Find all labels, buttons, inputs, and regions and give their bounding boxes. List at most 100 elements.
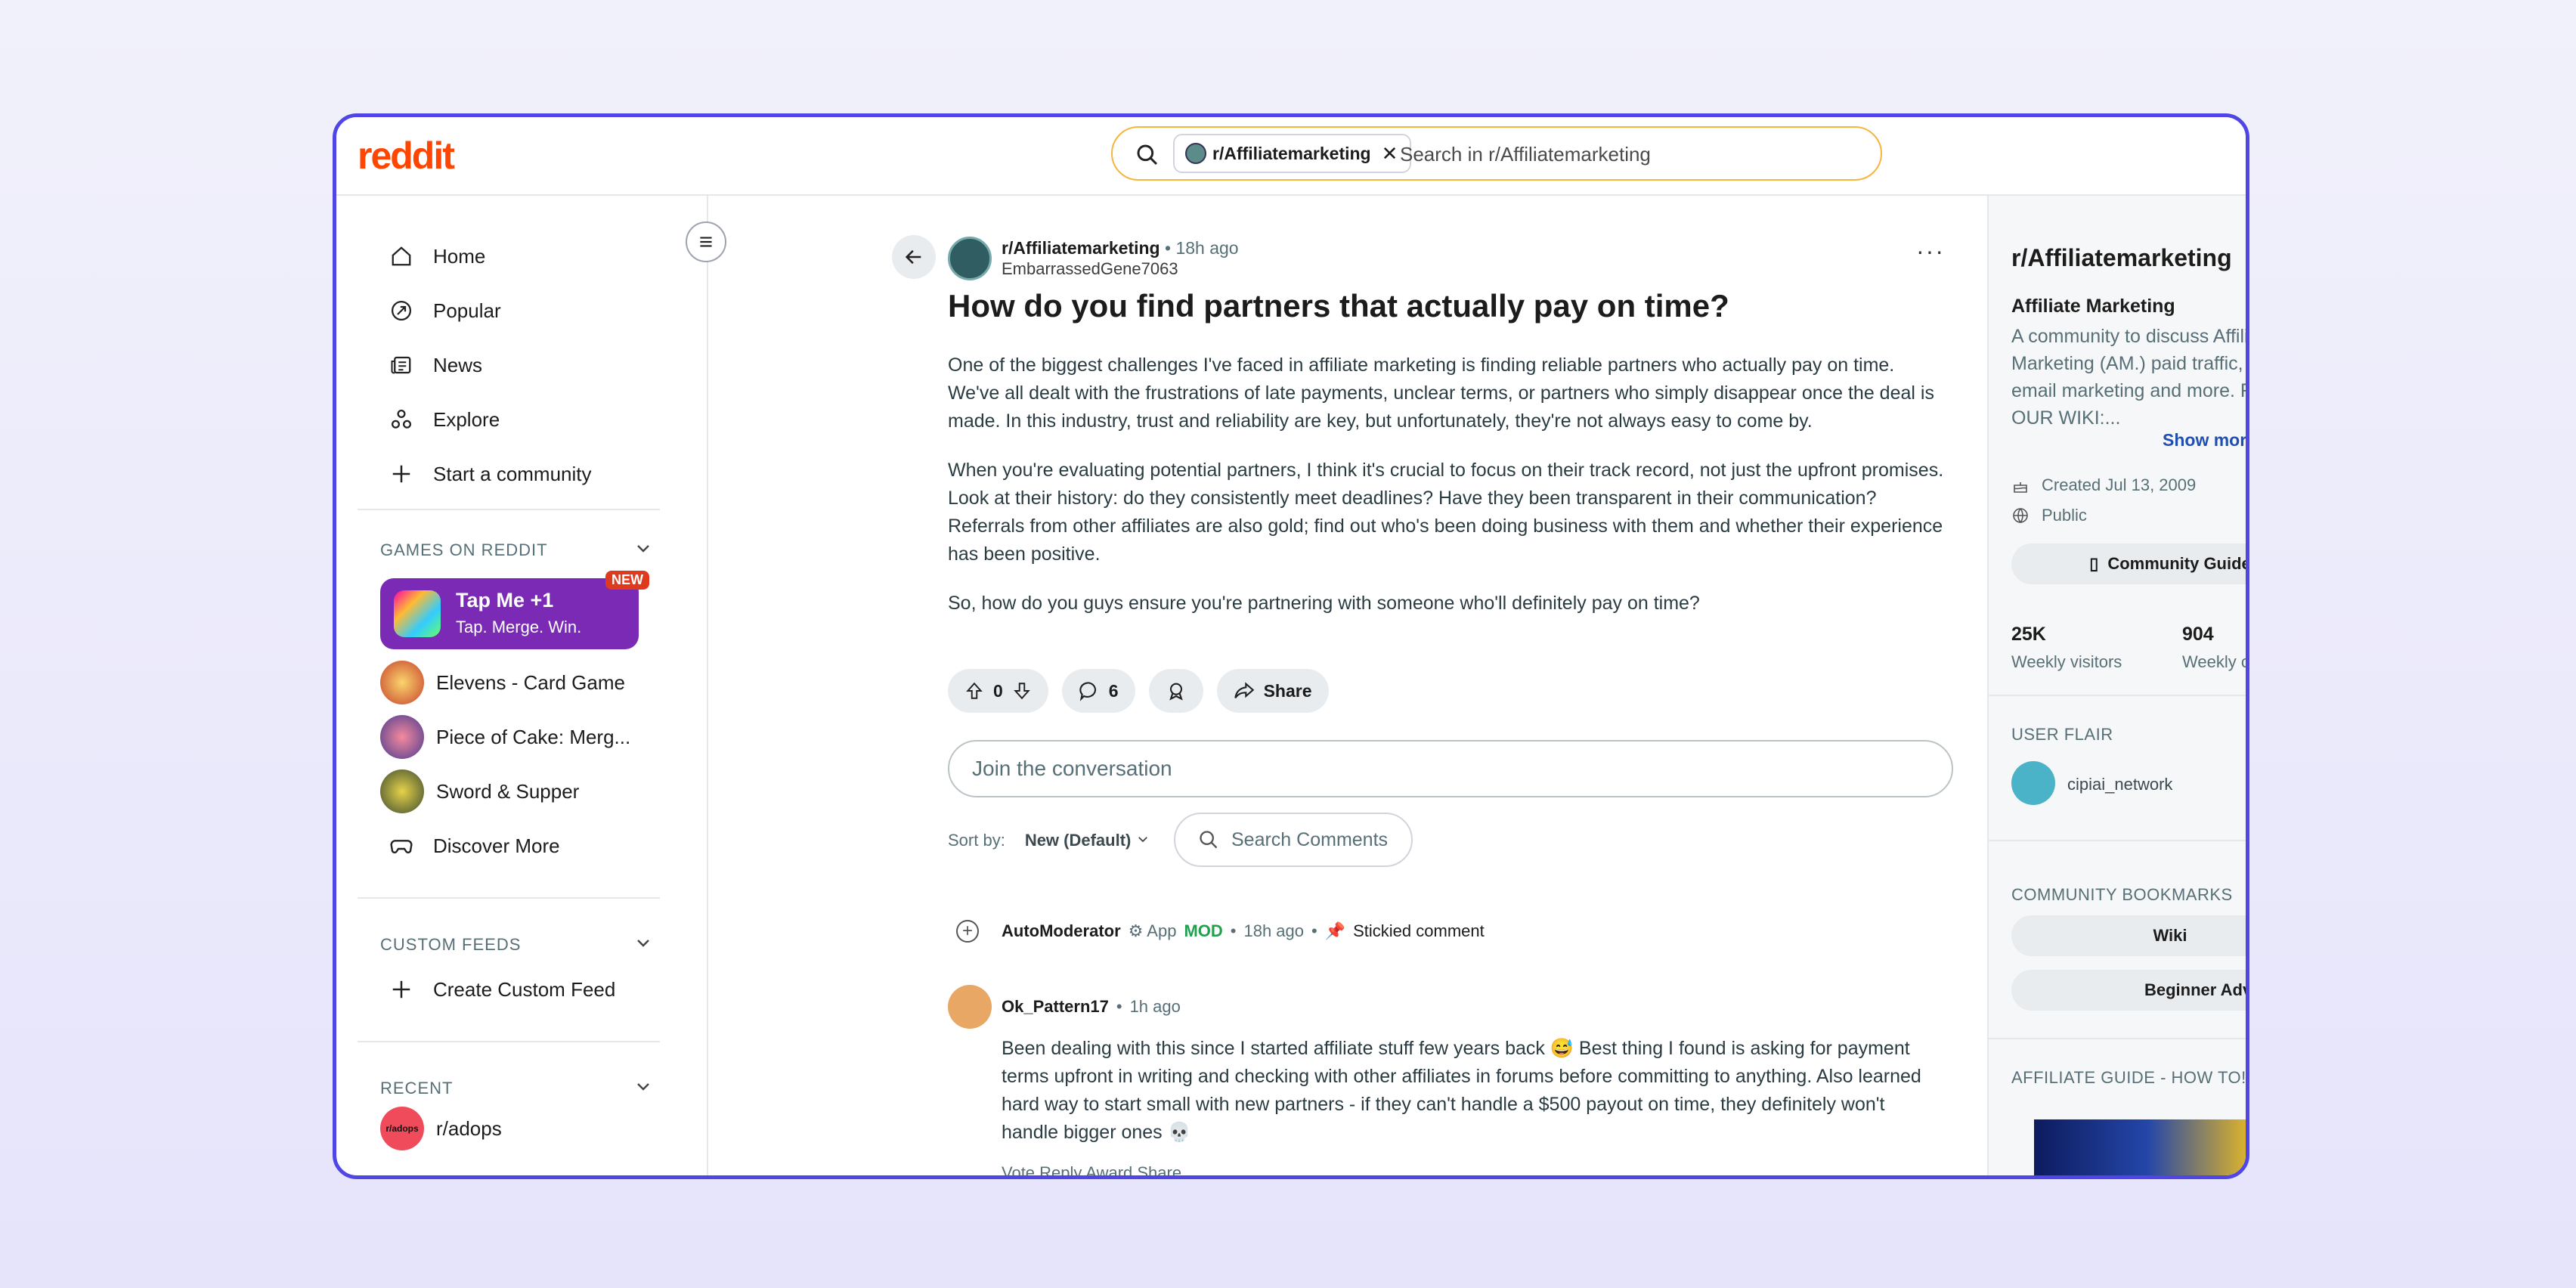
post-author[interactable]: EmbarrassedGene7063 — [1002, 259, 1178, 279]
game-item-piece-of-cake[interactable]: Piece of Cake: Merg... — [380, 714, 667, 760]
comment-time: 18h ago — [1243, 921, 1304, 940]
search-scope-chip[interactable]: r/Affiliatemarketing ✕ — [1173, 134, 1412, 173]
comment-body: Been dealing with this since I started a… — [1002, 1038, 1921, 1143]
upvote-icon[interactable] — [964, 681, 984, 701]
game-item-sword-supper[interactable]: Sword & Supper — [380, 769, 667, 814]
browser-frame: reddit r/Affiliatemarketing ✕ Search in … — [333, 113, 2249, 1179]
divider — [358, 897, 660, 899]
post-paragraph: When you're evaluating potential partner… — [948, 460, 1944, 565]
close-icon[interactable]: ✕ — [1382, 142, 1398, 166]
stickied-label: Stickied comment — [1353, 921, 1485, 940]
search-bar[interactable]: r/Affiliatemarketing ✕ Search in r/Affil… — [1111, 126, 1882, 181]
app-badge: ⚙ App — [1128, 921, 1177, 940]
menu-icon — [700, 237, 712, 247]
subreddit-avatar[interactable] — [948, 237, 992, 280]
community-description: A community to discuss Affiliate Marketi… — [2011, 326, 2246, 429]
sort-control: Sort by: New (Default) — [948, 831, 1150, 850]
separator: • — [1230, 921, 1237, 940]
recent-label: r/adops — [436, 1116, 502, 1140]
sidebar-item-label: Home — [433, 244, 486, 268]
bookmark-wiki-button[interactable]: Wiki — [2011, 915, 2246, 956]
stat-value: 904 — [2182, 624, 2214, 645]
sidebar-item-news[interactable]: News — [358, 342, 660, 388]
featured-game-tap-me[interactable]: Tap Me +1 Tap. Merge. Win. NEW — [380, 571, 649, 649]
comment-icon — [1079, 682, 1096, 701]
recent-item-adops[interactable]: r/adops r/adops — [380, 1106, 667, 1151]
guide-thumbnail[interactable] — [2034, 1119, 2246, 1175]
sidebar-item-label: News — [433, 353, 483, 376]
recent-section-header[interactable]: RECENT — [380, 1077, 652, 1100]
post-body: One of the biggest challenges I've faced… — [948, 351, 1949, 639]
share-button[interactable]: Share — [1216, 669, 1329, 713]
comments-button[interactable]: 6 — [1061, 669, 1135, 713]
vote-control[interactable]: 0 — [948, 669, 1048, 713]
sidebar-toggle-button[interactable] — [686, 221, 726, 262]
game-avatar — [380, 715, 424, 759]
visibility-label: Public — [2042, 506, 2087, 525]
search-input[interactable]: Search in r/Affiliatemarketing — [1400, 143, 1651, 166]
downvote-icon[interactable] — [1012, 681, 1032, 701]
divider — [1989, 1038, 2246, 1039]
back-button[interactable] — [892, 235, 936, 279]
plus-icon — [388, 460, 415, 488]
separator: • — [1311, 921, 1317, 940]
award-button[interactable] — [1148, 669, 1203, 713]
created-date: Created Jul 13, 2009 — [2011, 475, 2196, 495]
join-conversation-input[interactable]: Join the conversation — [948, 740, 1953, 797]
sidebar-item-start-community[interactable]: Start a community — [358, 451, 660, 497]
post-paragraph: One of the biggest challenges I've faced… — [948, 355, 1934, 432]
games-section-header[interactable]: GAMES ON REDDIT — [380, 539, 652, 562]
sidebar-item-explore[interactable]: Explore — [358, 397, 660, 442]
avatar[interactable] — [948, 985, 992, 1029]
chevron-down-icon — [634, 539, 652, 562]
bookmark-beginner-button[interactable]: Beginner Advice — [2011, 970, 2246, 1011]
divider — [358, 509, 660, 510]
left-sidebar: Home Popular News Explore Start a commun… — [336, 196, 708, 1175]
search-comments-button[interactable]: Search Comments — [1174, 813, 1413, 867]
comment-author[interactable]: AutoModerator — [1002, 921, 1121, 941]
post-meta: r/Affiliatemarketing • 18h ago — [1002, 238, 1239, 258]
community-title[interactable]: r/Affiliatemarketing — [2011, 244, 2232, 272]
sidebar-item-popular[interactable]: Popular — [358, 288, 660, 333]
expand-comment-icon[interactable]: + — [956, 920, 979, 943]
subreddit-link[interactable]: r/Affiliatemarketing — [1002, 238, 1160, 258]
visibility: Public — [2011, 506, 2087, 525]
comment-author[interactable]: Ok_Pattern17 — [1002, 997, 1109, 1017]
game-avatar — [380, 769, 424, 813]
search-icon — [1137, 144, 1158, 166]
sidebar-item-create-custom-feed[interactable]: Create Custom Feed — [358, 967, 660, 1012]
sort-value: New (Default) — [1024, 831, 1132, 850]
post-paragraph: So, how do you guys ensure you're partne… — [948, 593, 1700, 614]
community-guide-button[interactable]: ▯ Community Guide — [2011, 543, 2246, 584]
arrow-left-icon — [905, 249, 921, 265]
game-label: Elevens - Card Game — [436, 670, 625, 694]
search-scope-label: r/Affiliatemarketing — [1212, 143, 1371, 163]
user-flair-name[interactable]: cipiai_network — [2067, 775, 2172, 794]
bookmarks-header: COMMUNITY BOOKMARKS — [2011, 885, 2233, 904]
sidebar-item-discover-more[interactable]: Discover More — [358, 823, 660, 868]
sort-dropdown[interactable]: New (Default) — [1025, 831, 1150, 850]
reddit-logo[interactable]: reddit — [358, 134, 455, 178]
affiliate-guide-header: AFFILIATE GUIDE - HOW TO! — [2011, 1068, 2246, 1087]
game-avatar — [380, 661, 424, 704]
section-title: GAMES ON REDDIT — [380, 540, 548, 559]
more-options-icon[interactable]: ··· — [1916, 239, 1945, 263]
popular-icon — [388, 297, 415, 324]
home-icon — [388, 243, 415, 270]
button-label: Wiki — [2153, 926, 2187, 945]
search-comments-label: Search Comments — [1231, 828, 1389, 850]
game-label: Piece of Cake: Merg... — [436, 725, 631, 748]
plus-icon — [388, 976, 415, 1003]
sidebar-item-home[interactable]: Home — [358, 234, 660, 279]
show-more-link[interactable]: Show more — [2163, 430, 2246, 450]
avatar[interactable] — [2011, 761, 2055, 805]
comment-actions[interactable]: Vote Reply Award Share ... — [1002, 1163, 1200, 1175]
divider — [1989, 840, 2246, 841]
game-title: Tap Me +1 — [456, 589, 554, 611]
game-item-elevens[interactable]: Elevens - Card Game — [380, 660, 667, 705]
share-label: Share — [1263, 680, 1312, 701]
sidebar-item-label: Create Custom Feed — [433, 977, 616, 1001]
custom-feeds-section-header[interactable]: CUSTOM FEEDS — [380, 933, 652, 956]
subreddit-avatar — [1185, 143, 1206, 164]
stat-value: 25K — [2011, 624, 2046, 645]
